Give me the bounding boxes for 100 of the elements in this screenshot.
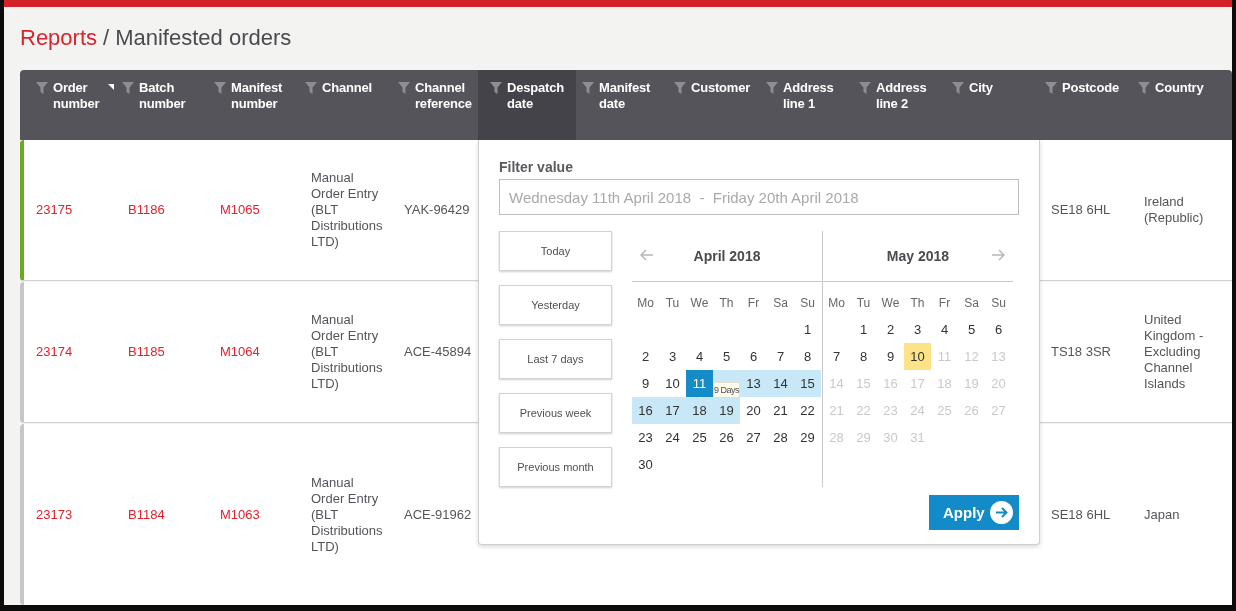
weekday-label: Tu	[855, 294, 872, 312]
calendar-day[interactable]: 26	[713, 424, 740, 451]
arrow-right-icon[interactable]	[991, 249, 1005, 261]
calendar-day[interactable]: 6	[740, 343, 767, 370]
weekday-label: Th	[909, 294, 926, 312]
calendar-day[interactable]: 2	[877, 316, 904, 343]
calendar-day[interactable]: 3	[659, 343, 686, 370]
filter-icon[interactable]	[490, 82, 502, 94]
column-header[interactable]: Address line 2	[853, 70, 946, 140]
calendar-day[interactable]: 2	[632, 343, 659, 370]
calendar-day[interactable]: 23	[632, 424, 659, 451]
calendar-day[interactable]: 11	[686, 370, 713, 397]
breadcrumb-link[interactable]: Reports	[20, 24, 98, 51]
country-text: Ireland (Republic)	[1144, 194, 1205, 226]
calendar-day[interactable]: 30	[632, 451, 659, 478]
filter-icon[interactable]	[36, 82, 48, 94]
batch-number-link[interactable]: B1186	[128, 202, 165, 218]
column-header[interactable]: Order number	[20, 70, 116, 140]
month-title: April 2018	[693, 248, 761, 264]
filter-icon[interactable]	[674, 82, 686, 94]
filter-icon[interactable]	[582, 82, 594, 94]
calendar-day[interactable]: 13	[740, 370, 767, 397]
column-header[interactable]: Despatch date	[478, 70, 576, 140]
calendar-day[interactable]: 28	[767, 424, 794, 451]
calendar-day[interactable]: 1	[794, 316, 821, 343]
calendar-day[interactable]: 10	[904, 343, 931, 370]
calendar-day[interactable]: 20	[740, 397, 767, 424]
channel-text: Manual Order Entry (BLT Distributions LTD)	[311, 312, 384, 392]
filter-icon[interactable]	[398, 82, 410, 94]
filter-icon[interactable]	[952, 82, 964, 94]
preset-button[interactable]: Today	[499, 231, 612, 271]
calendar-day[interactable]: 4	[931, 316, 958, 343]
calendar-day[interactable]: 16	[632, 397, 659, 424]
month-title: May 2018	[886, 248, 950, 264]
calendar-day[interactable]: 9	[877, 343, 904, 370]
calendar-day[interactable]: 8	[794, 343, 821, 370]
calendar-day[interactable]: 14	[767, 370, 794, 397]
calendar-day[interactable]: 9	[632, 370, 659, 397]
calendar-day[interactable]: 15	[794, 370, 821, 397]
manifest-number-link[interactable]: M1063	[220, 506, 260, 523]
calendar-day[interactable]: 8	[850, 343, 877, 370]
calendar-day[interactable]: 10	[659, 370, 686, 397]
filter-icon[interactable]	[859, 82, 871, 94]
calendar-day[interactable]: 17	[659, 397, 686, 424]
preset-button[interactable]: Last 7 days	[499, 339, 612, 379]
apply-button[interactable]: Apply	[929, 495, 1019, 530]
postcode-text: SE18 6HL	[1051, 506, 1111, 523]
filter-icon[interactable]	[766, 82, 778, 94]
filter-icon[interactable]	[1045, 82, 1057, 94]
filter-icon[interactable]	[214, 82, 226, 94]
column-header[interactable]: Manifest date	[576, 70, 668, 140]
calendar-day[interactable]: 21	[767, 397, 794, 424]
calendar-day[interactable]: 7	[823, 343, 850, 370]
manifest-number-link[interactable]: M1065	[220, 202, 260, 218]
column-header[interactable]: Batch number	[116, 70, 208, 140]
weekday-label: We	[880, 294, 901, 312]
column-header[interactable]: Country	[1132, 70, 1232, 140]
calendar-day[interactable]: 29	[794, 424, 821, 451]
filter-icon[interactable]	[122, 82, 134, 94]
batch-number-link[interactable]: B1184	[128, 506, 165, 523]
postcode-text: TS18 3SR	[1051, 344, 1111, 360]
calendar-day[interactable]: 22	[794, 397, 821, 424]
weekday-label: Su	[799, 294, 816, 312]
calendar-day[interactable]: 5	[713, 343, 740, 370]
calendar-day[interactable]: 3	[904, 316, 931, 343]
calendar-day[interactable]: 18	[686, 397, 713, 424]
column-header[interactable]: City	[946, 70, 1039, 140]
calendar-day[interactable]: 1	[850, 316, 877, 343]
preset-button[interactable]: Previous month	[499, 447, 612, 487]
calendar-day[interactable]: 5	[958, 316, 985, 343]
order-number-link[interactable]: 23173	[36, 506, 73, 523]
order-number-link[interactable]: 23174	[36, 344, 73, 360]
channel-text: Manual Order Entry (BLT Distributions LTD)	[311, 474, 384, 555]
weekday-label: We	[689, 294, 710, 312]
column-header[interactable]: Channel reference	[392, 70, 478, 140]
column-header[interactable]: Postcode	[1039, 70, 1132, 140]
calendar-day[interactable]: 7	[767, 343, 794, 370]
filter-icon[interactable]	[305, 82, 317, 94]
column-header[interactable]: Manifest number	[208, 70, 299, 140]
column-header[interactable]: Customer	[668, 70, 760, 140]
order-number-link[interactable]: 23175	[36, 202, 73, 218]
calendar-day[interactable]: 25	[686, 424, 713, 451]
column-header[interactable]: Channel	[299, 70, 392, 140]
manifest-number-link[interactable]: M1064	[220, 344, 260, 360]
arrow-right-icon	[990, 501, 1013, 524]
preset-button[interactable]: Previous week	[499, 393, 612, 433]
preset-button[interactable]: Yesterday	[499, 285, 612, 325]
calendar-day[interactable]: 4	[686, 343, 713, 370]
calendar-day[interactable]: 6	[985, 316, 1012, 343]
range-tooltip: 9 Days	[713, 382, 740, 398]
weekday-label: Fr	[937, 294, 952, 312]
weekday-label: Sa	[772, 294, 789, 312]
calendar-day[interactable]: 24	[659, 424, 686, 451]
filter-icon[interactable]	[1138, 82, 1150, 94]
arrow-left-icon[interactable]	[640, 249, 654, 261]
column-header[interactable]: Address line 1	[760, 70, 853, 140]
calendar-day[interactable]: 27	[740, 424, 767, 451]
calendar-day[interactable]: 19	[713, 397, 740, 424]
batch-number-link[interactable]: B1185	[128, 344, 165, 360]
postcode-text: SE18 6HL	[1051, 202, 1111, 218]
